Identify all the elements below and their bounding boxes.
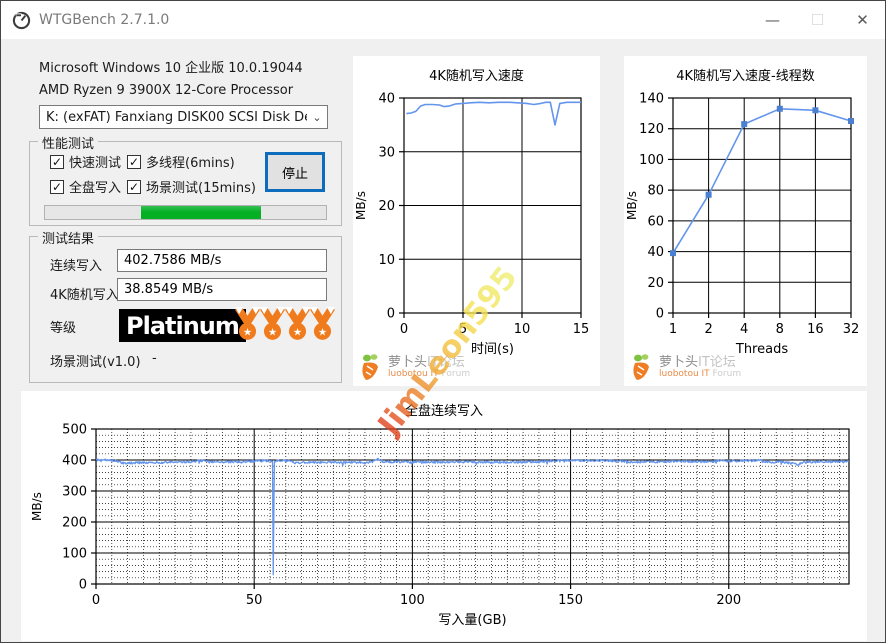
svg-text:10: 10 — [378, 253, 395, 268]
checkbox-label: 快速测试 — [69, 156, 122, 171]
svg-text:0: 0 — [387, 307, 395, 322]
svg-text:2: 2 — [704, 322, 712, 337]
checkbox-label: 场景测试(15mins) — [146, 181, 256, 196]
medal-icons: ★ ★ ★ ★ — [235, 307, 335, 342]
svg-text:8: 8 — [776, 322, 784, 337]
random-write-value: 38.8549 MB/s — [117, 278, 327, 301]
test-results-group-title: 测试结果 — [38, 228, 99, 247]
chart-panel-threads: 4K随机写入速度-线程数 0 20 40 60 80 100 120 140 1 2 4 8 16 32 T… — [624, 56, 867, 386]
medal-icon: ★ — [235, 307, 260, 340]
svg-text:60: 60 — [647, 214, 664, 229]
drive-select-value: K: (exFAT) Fanxiang DISK00 SCSI Disk Dev… — [46, 109, 307, 125]
svg-text:30: 30 — [378, 145, 395, 160]
svg-text:0: 0 — [79, 578, 87, 593]
sequential-write-value: 402.7586 MB/s — [117, 249, 327, 272]
svg-text:140: 140 — [639, 92, 664, 107]
sequential-write-label: 连续写入 — [50, 259, 103, 274]
svg-text:Threads: Threads — [735, 342, 788, 357]
svg-text:80: 80 — [647, 184, 664, 199]
maximize-button: ☐ — [810, 11, 825, 29]
checkbox-mark: ✓ — [127, 154, 141, 169]
svg-text:100: 100 — [639, 153, 664, 168]
svg-text:★: ★ — [243, 326, 252, 338]
svg-text:40: 40 — [647, 245, 664, 260]
svg-text:0: 0 — [400, 322, 408, 337]
progress-bar — [44, 205, 327, 220]
svg-text:20: 20 — [378, 199, 395, 214]
svg-text:1: 1 — [669, 322, 677, 337]
checkbox-full-disk-write[interactable]: ✓ 全盘写入 — [50, 177, 121, 196]
svg-text:150: 150 — [558, 593, 583, 608]
luobotou-logo: 萝卜头IT论坛 luobotou IT Forum — [629, 353, 741, 383]
os-info: Microsoft Windows 10 企业版 10.0.19044 — [39, 61, 303, 76]
scenario-test-value: - — [152, 351, 157, 366]
svg-text:100: 100 — [400, 593, 425, 608]
svg-text:0: 0 — [656, 307, 664, 322]
svg-text:200: 200 — [716, 593, 741, 608]
svg-text:32: 32 — [843, 322, 860, 337]
carrot-icon — [633, 354, 649, 380]
svg-text:500: 500 — [62, 423, 87, 438]
window-controls: — ☐ ✕ — [750, 1, 885, 39]
progress-bar-chunk — [140, 206, 262, 219]
svg-text:★: ★ — [318, 326, 327, 338]
svg-text:300: 300 — [62, 485, 87, 500]
window-title: WTGBench 2.7.1.0 — [39, 12, 170, 28]
cpu-info: AMD Ryzen 9 3900X 12-Core Processor — [39, 83, 294, 98]
svg-text:200: 200 — [62, 516, 87, 531]
svg-text:100: 100 — [62, 547, 87, 562]
threads-chart: 0 20 40 60 80 100 120 140 1 2 4 8 16 32 Threads MB/s — [625, 92, 860, 358]
svg-text:4: 4 — [740, 322, 748, 337]
svg-text:16: 16 — [807, 322, 824, 337]
grade-badge: Platinum — [119, 309, 246, 342]
checkbox-mark: ✓ — [50, 179, 64, 194]
checkbox-label: 多线程(6mins) — [146, 156, 235, 171]
checkbox-label: 全盘写入 — [69, 181, 122, 196]
checkbox-quick-test[interactable]: ✓ 快速测试 — [50, 152, 121, 171]
drive-select[interactable]: K: (exFAT) Fanxiang DISK00 SCSI Disk Dev… — [39, 105, 328, 129]
title-bar: WTGBench 2.7.1.0 — ☐ ✕ — [1, 1, 885, 39]
grade-label: 等级 — [50, 321, 77, 336]
full-disk-chart: 0 100 200 300 400 500 0 50 100 150 200 写入量(GB) MB/s — [30, 423, 850, 628]
gauge-app-icon — [12, 11, 31, 29]
app-window: WTGBench 2.7.1.0 — ☐ ✕ Microsoft Windows… — [0, 0, 886, 643]
svg-text:★: ★ — [293, 326, 302, 338]
4k-write-chart: 0 10 20 30 40 0 5 10 15 时间(s) MB/s — [354, 92, 590, 358]
chart-panel-full-disk: 全盘连续写入 0 100 200 300 400 500 0 50 100 150 200 写入量(G… — [21, 391, 867, 641]
svg-text:5: 5 — [459, 322, 467, 337]
medal-icon: ★ — [310, 307, 335, 340]
svg-text:MB/s: MB/s — [625, 191, 639, 220]
svg-text:时间(s): 时间(s) — [471, 342, 514, 357]
medal-icon: ★ — [260, 307, 285, 340]
svg-text:120: 120 — [639, 122, 664, 137]
checkbox-mark: ✓ — [50, 154, 64, 169]
svg-text:写入量(GB): 写入量(GB) — [438, 613, 506, 628]
performance-test-group-title: 性能测试 — [38, 133, 99, 152]
svg-text:★: ★ — [268, 326, 277, 338]
svg-text:50: 50 — [246, 593, 263, 608]
minimize-button[interactable]: — — [750, 1, 795, 39]
svg-text:40: 40 — [378, 92, 395, 107]
chart-panel-4k-write: 4K随机写入速度 0 10 20 30 40 0 5 10 15 时间(s) MB/s 萝卜头IT论… — [353, 56, 600, 386]
svg-text:10: 10 — [514, 322, 531, 337]
medal-icon: ★ — [285, 307, 310, 340]
svg-text:MB/s: MB/s — [354, 191, 368, 220]
checkbox-multithread[interactable]: ✓ 多线程(6mins) — [127, 152, 235, 171]
stop-button[interactable]: 停止 — [265, 152, 325, 192]
svg-text:MB/s: MB/s — [30, 492, 44, 521]
checkbox-mark: ✓ — [127, 179, 141, 194]
checkbox-scenario-test[interactable]: ✓ 场景测试(15mins) — [127, 177, 256, 196]
scenario-test-label: 场景测试(v1.0) — [50, 355, 141, 370]
test-results-group: 测试结果 连续写入 402.7586 MB/s 4K随机写入 38.8549 M… — [29, 228, 342, 383]
performance-test-group: 性能测试 ✓ 快速测试 ✓ 多线程(6mins) ✓ 全盘写入 ✓ 场景测试(1… — [29, 133, 342, 226]
random-write-label: 4K随机写入 — [50, 288, 119, 303]
svg-text:15: 15 — [573, 322, 590, 337]
svg-text:20: 20 — [647, 276, 664, 291]
close-button[interactable]: ✕ — [840, 1, 885, 39]
svg-text:0: 0 — [92, 593, 100, 608]
luobotou-logo: 萝卜头IT论坛 luobotou IT Forum — [358, 353, 470, 383]
svg-text:400: 400 — [62, 454, 87, 469]
chevron-down-icon: ⌄ — [312, 110, 322, 124]
carrot-icon — [362, 354, 378, 380]
